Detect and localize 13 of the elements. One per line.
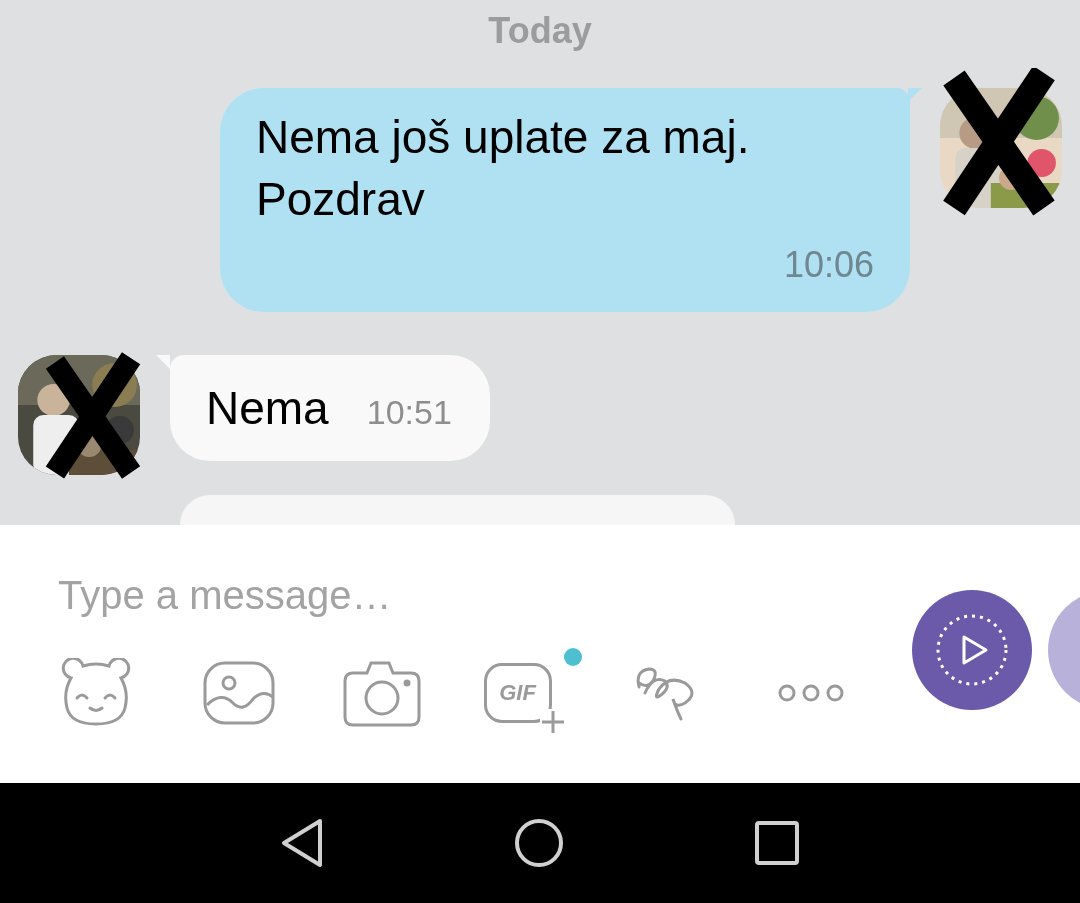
date-separator: Today [488,10,592,52]
message-input[interactable]: Type a message… [40,565,896,626]
message-time: 10:06 [782,244,874,286]
home-icon[interactable] [514,818,564,868]
message-text: Nema još uplate za maj. Pozdrav [256,110,751,227]
message-text: Nema [206,381,329,435]
back-icon[interactable] [280,818,324,868]
image-icon[interactable] [202,661,275,725]
message-time: 10:51 [366,393,452,432]
recents-icon[interactable] [754,820,800,866]
camera-icon[interactable] [342,659,421,727]
more-icon[interactable] [776,683,845,703]
notification-dot [564,648,582,666]
